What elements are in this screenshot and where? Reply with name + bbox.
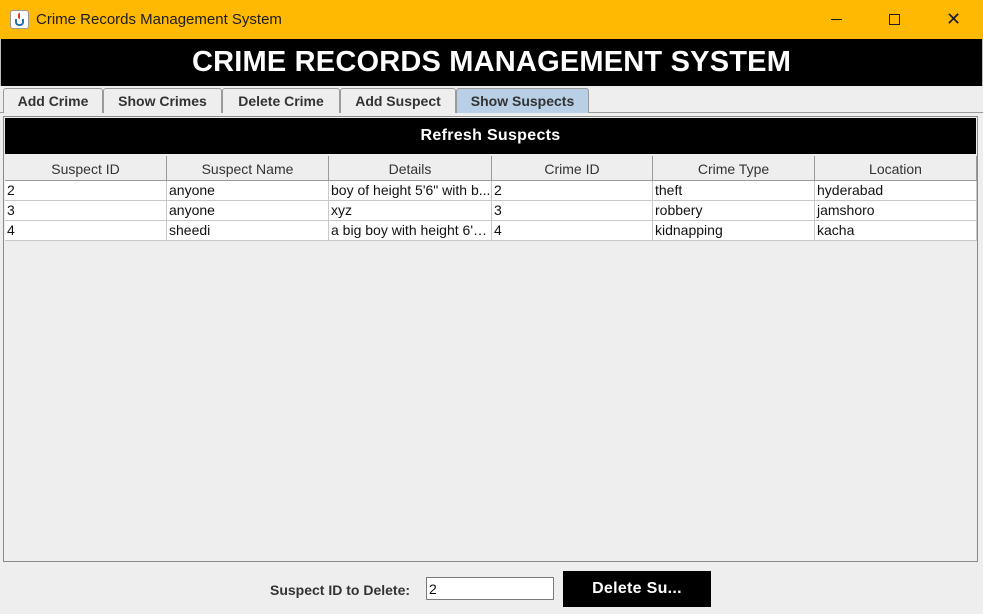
banner-title: CRIME RECORDS MANAGEMENT SYSTEM (191, 46, 792, 78)
suspect-id-input[interactable] (426, 577, 554, 600)
table-cell[interactable]: 4 (492, 221, 653, 241)
table-cell[interactable]: anyone (167, 201, 329, 221)
minimize-button[interactable] (808, 0, 866, 39)
suspects-panel: Refresh Suspects Suspect ID Suspect Name… (3, 116, 978, 562)
table-cell[interactable]: sheedi (167, 221, 329, 241)
suspect-id-label: Suspect ID to Delete: (270, 582, 411, 598)
table-row[interactable]: 2 anyone boy of height 5'6" with b... 2 … (5, 181, 977, 201)
column-header-crime-type[interactable]: Crime Type (653, 156, 815, 181)
tab-add-crime[interactable]: Add Crime (3, 88, 103, 113)
table-cell[interactable]: theft (653, 181, 815, 201)
close-button[interactable]: ✕ (925, 0, 983, 39)
column-header-details[interactable]: Details (329, 156, 492, 181)
java-icon (10, 10, 29, 29)
column-header-suspect-name[interactable]: Suspect Name (167, 156, 329, 181)
window-title: Crime Records Management System (36, 11, 282, 28)
delete-suspect-form: Suspect ID to Delete: Delete Su... (0, 562, 983, 614)
table-cell[interactable]: jamshoro (815, 201, 977, 221)
refresh-suspects-button[interactable]: Refresh Suspects (5, 118, 976, 154)
table-cell[interactable]: 4 (5, 221, 167, 241)
delete-suspect-button[interactable]: Delete Su... (563, 571, 711, 607)
table-header: Suspect ID Suspect Name Details Crime ID… (5, 156, 977, 181)
table-cell[interactable]: a big boy with height 6'5... (329, 221, 492, 241)
java-icon-cup (15, 19, 24, 26)
maximize-button[interactable] (866, 0, 924, 39)
table-cell[interactable]: kidnapping (653, 221, 815, 241)
tab-show-crimes[interactable]: Show Crimes (103, 88, 222, 113)
table-row[interactable]: 3 anyone xyz 3 robbery jamshoro (5, 201, 977, 221)
maximize-icon (889, 14, 900, 25)
close-icon: ✕ (946, 9, 962, 29)
table-cell[interactable]: 2 (5, 181, 167, 201)
tab-show-suspects[interactable]: Show Suspects (456, 88, 589, 113)
app-banner: CRIME RECORDS MANAGEMENT SYSTEM (0, 39, 983, 86)
table-cell[interactable]: anyone (167, 181, 329, 201)
table-cell[interactable]: robbery (653, 201, 815, 221)
column-header-suspect-id[interactable]: Suspect ID (5, 156, 167, 181)
tab-delete-crime[interactable]: Delete Crime (222, 88, 340, 113)
column-header-location[interactable]: Location (815, 156, 977, 181)
title-bar: Crime Records Management System ✕ (0, 0, 983, 39)
table-row[interactable]: 4 sheedi a big boy with height 6'5... 4 … (5, 221, 977, 241)
minimize-icon (831, 19, 842, 20)
table-cell[interactable]: 2 (492, 181, 653, 201)
table-cell[interactable]: boy of height 5'6" with b... (329, 181, 492, 201)
table-cell[interactable]: hyderabad (815, 181, 977, 201)
suspects-table[interactable]: Suspect ID Suspect Name Details Crime ID… (5, 156, 977, 241)
table-cell[interactable]: 3 (492, 201, 653, 221)
table-cell[interactable]: 3 (5, 201, 167, 221)
table-cell[interactable]: xyz (329, 201, 492, 221)
column-header-crime-id[interactable]: Crime ID (492, 156, 653, 181)
table-cell[interactable]: kacha (815, 221, 977, 241)
tab-add-suspect[interactable]: Add Suspect (340, 88, 456, 113)
